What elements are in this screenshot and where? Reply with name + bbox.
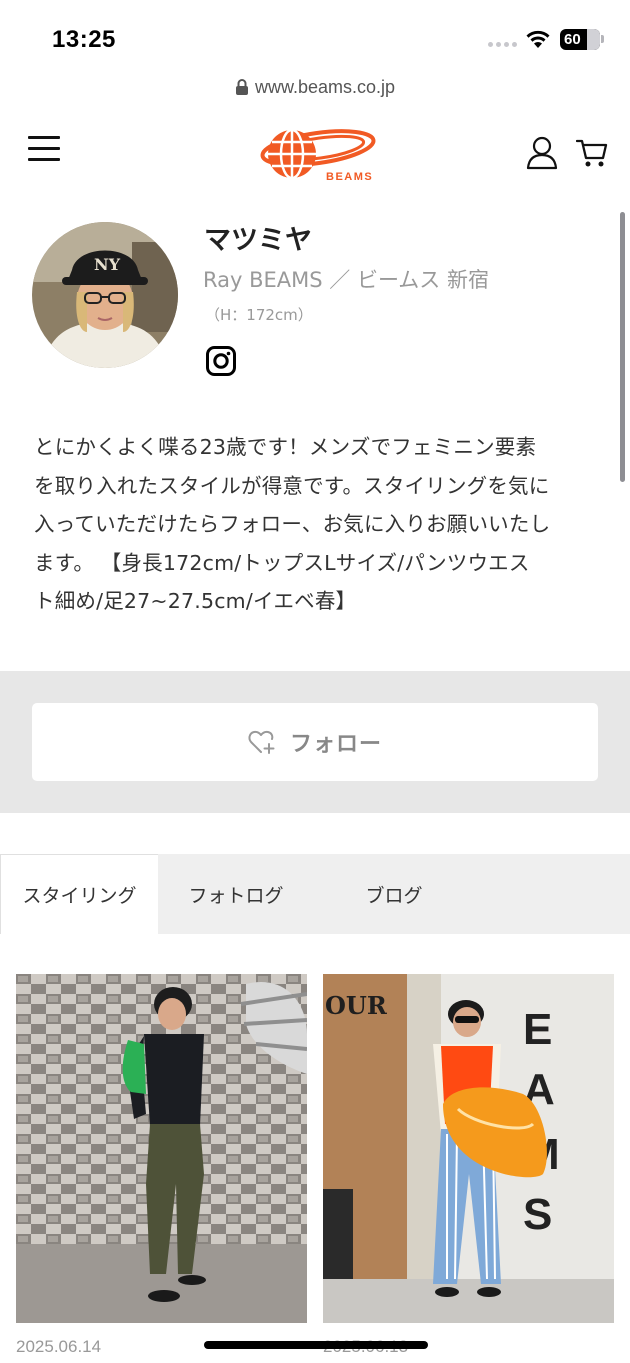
menu-line: [28, 147, 60, 150]
svg-text:E: E: [523, 1005, 552, 1054]
heart-plus-icon: [248, 730, 275, 754]
logo-text: BEAMS: [326, 171, 373, 183]
page-scrollbar[interactable]: [620, 212, 625, 482]
follow-section: フォロー: [0, 671, 630, 813]
tab-photolog[interactable]: フォトログ: [158, 854, 314, 934]
bio-line: ト細め/足27~27.5cm/イエベ春】: [34, 589, 357, 614]
staff-shop[interactable]: Ray BEAMS ／ ビームス 新宿: [203, 264, 489, 294]
staff-name: マツミヤ: [204, 225, 312, 256]
tab-blog[interactable]: ブログ: [314, 854, 474, 934]
bio-line: 入っていただけたらフォロー、お気に入りお願いいたし: [34, 512, 551, 537]
beams-logo[interactable]: BEAMS: [254, 122, 378, 188]
staff-bio: とにかくよく喋る23歳です！メンズでフェミニン要素 を取り入れたスタイルが得意で…: [34, 428, 604, 621]
url-text: www.beams.co.jp: [254, 76, 396, 97]
home-indicator[interactable]: [204, 1341, 428, 1349]
svg-text:NY: NY: [94, 255, 121, 274]
cart-icon[interactable]: [576, 136, 608, 170]
bio-line: を取り入れたスタイルが得意です。スタイリングを気に: [34, 473, 550, 498]
content-tabs: スタイリング フォトログ ブログ: [0, 854, 630, 934]
staff-avatar: NY: [32, 222, 178, 368]
tab-styling[interactable]: スタイリング: [0, 854, 158, 934]
styling-photo: OUR E A M S: [323, 974, 614, 1323]
staff-height: （H：172cm）: [205, 306, 313, 324]
instagram-icon[interactable]: [206, 346, 236, 376]
styling-photo: [16, 974, 307, 1323]
cellular-signal-icon: [488, 42, 517, 47]
hamburger-menu-button[interactable]: [28, 136, 62, 166]
svg-text:S: S: [523, 1190, 552, 1239]
status-bar: 13:25 60: [0, 0, 630, 70]
menu-line: [28, 158, 60, 161]
address-bar[interactable]: www.beams.co.jp: [0, 72, 630, 102]
site-header: BEAMS: [0, 116, 630, 192]
follow-label: フォロー: [289, 732, 382, 757]
wifi-icon: [526, 30, 550, 48]
styling-card[interactable]: OUR E A M S 2025.06.13: [323, 974, 614, 1357]
styling-card[interactable]: 2025.06.14: [16, 974, 307, 1357]
lock-icon: [235, 79, 248, 95]
battery-icon: 60: [560, 29, 600, 50]
status-time: 13:25: [52, 26, 116, 53]
menu-line: [28, 136, 60, 139]
bio-line: ます。 【身長172cm/トップスLサイズ/パンツウエス: [34, 550, 530, 575]
battery-tip: [601, 35, 604, 43]
follow-button[interactable]: フォロー: [32, 703, 598, 781]
account-icon[interactable]: [526, 136, 558, 170]
bio-line: とにかくよく喋る23歳です！メンズでフェミニン要素: [34, 435, 537, 459]
battery-level: 60: [564, 31, 581, 48]
svg-text:OUR: OUR: [325, 991, 388, 1020]
